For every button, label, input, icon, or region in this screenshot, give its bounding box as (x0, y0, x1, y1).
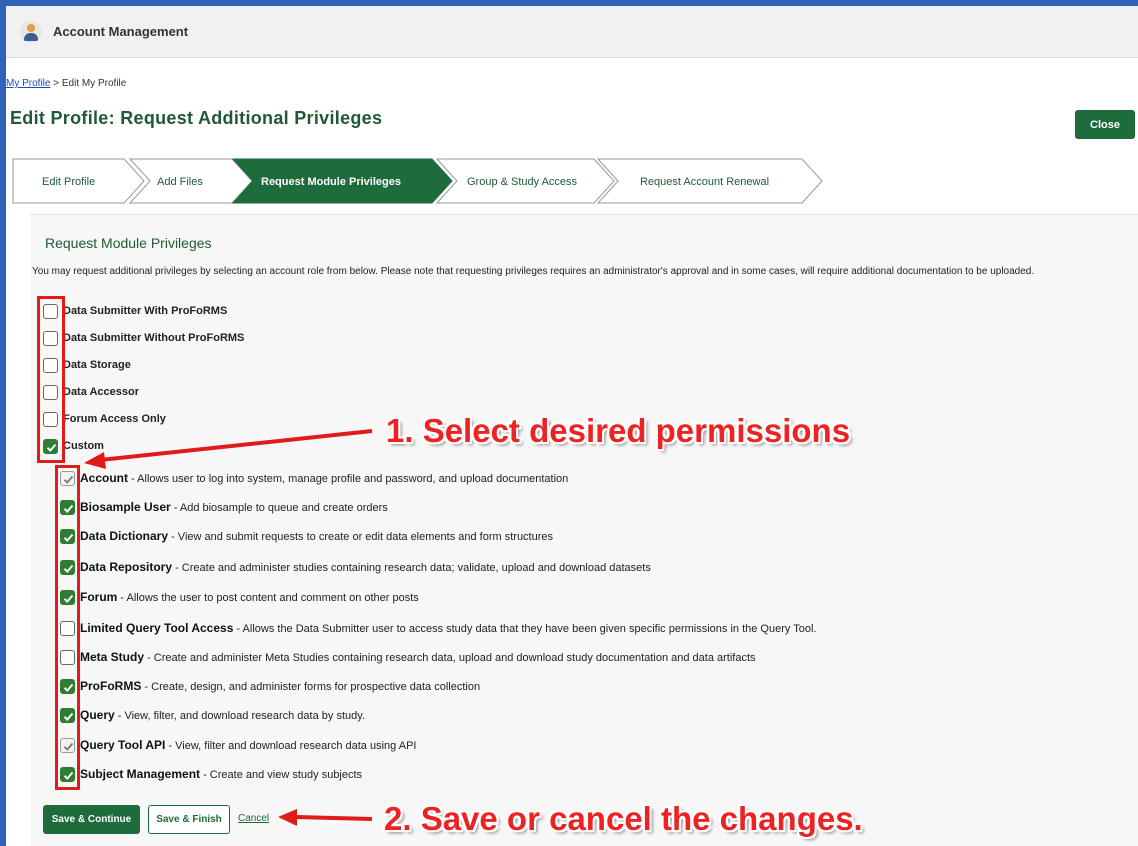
save-finish-button[interactable]: Save & Finish (148, 805, 230, 834)
annotation-step1: 1. Select desired permissions (386, 412, 851, 449)
cancel-link[interactable]: Cancel (238, 813, 269, 824)
annotation-step2: 2. Save or cancel the changes. (384, 800, 863, 837)
save-continue-button[interactable]: Save & Continue (43, 805, 140, 834)
